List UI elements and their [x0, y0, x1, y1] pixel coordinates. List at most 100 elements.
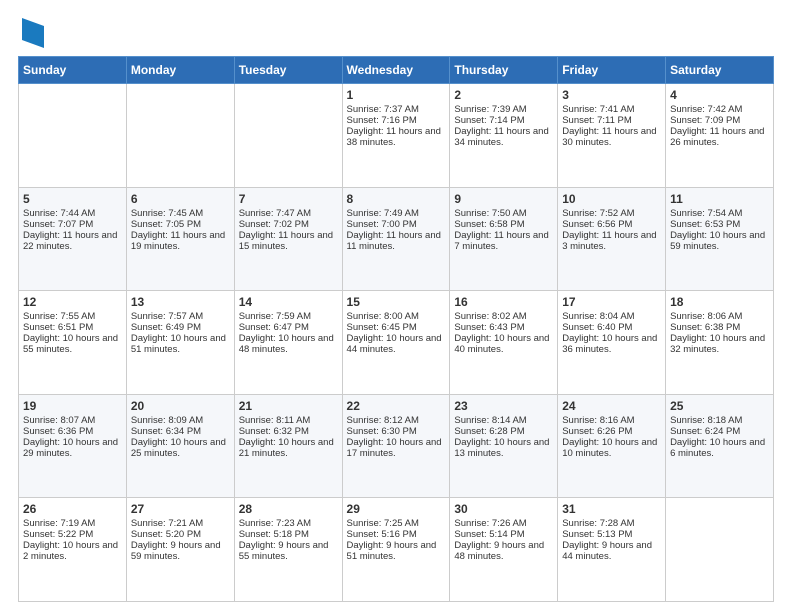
sunset-text: Sunset: 5:20 PM: [131, 529, 201, 540]
daylight-text: Daylight: 10 hours and 40 minutes.: [454, 333, 549, 355]
sunrise-text: Sunrise: 8:06 AM: [670, 311, 742, 322]
sunrise-text: Sunrise: 7:54 AM: [670, 208, 742, 219]
day-number: 29: [347, 502, 446, 516]
day-number: 19: [23, 399, 122, 413]
daylight-text: Daylight: 11 hours and 11 minutes.: [347, 230, 441, 252]
calendar-header-row: SundayMondayTuesdayWednesdayThursdayFrid…: [19, 57, 774, 84]
day-number: 31: [562, 502, 661, 516]
calendar-cell: [126, 84, 234, 188]
sunset-text: Sunset: 6:56 PM: [562, 219, 632, 230]
calendar-cell: 24Sunrise: 8:16 AMSunset: 6:26 PMDayligh…: [558, 394, 666, 498]
sunset-text: Sunset: 7:16 PM: [347, 115, 417, 126]
sunrise-text: Sunrise: 7:57 AM: [131, 311, 203, 322]
sunset-text: Sunset: 6:32 PM: [239, 426, 309, 437]
calendar-cell: 1Sunrise: 7:37 AMSunset: 7:16 PMDaylight…: [342, 84, 450, 188]
sunset-text: Sunset: 7:14 PM: [454, 115, 524, 126]
day-of-week-header: Saturday: [666, 57, 774, 84]
day-number: 24: [562, 399, 661, 413]
daylight-text: Daylight: 9 hours and 51 minutes.: [347, 540, 437, 562]
calendar-cell: 11Sunrise: 7:54 AMSunset: 6:53 PMDayligh…: [666, 187, 774, 291]
daylight-text: Daylight: 9 hours and 55 minutes.: [239, 540, 329, 562]
calendar-cell: 22Sunrise: 8:12 AMSunset: 6:30 PMDayligh…: [342, 394, 450, 498]
page: SundayMondayTuesdayWednesdayThursdayFrid…: [0, 0, 792, 612]
sunset-text: Sunset: 6:58 PM: [454, 219, 524, 230]
day-number: 28: [239, 502, 338, 516]
day-number: 26: [23, 502, 122, 516]
day-of-week-header: Monday: [126, 57, 234, 84]
calendar-cell: 4Sunrise: 7:42 AMSunset: 7:09 PMDaylight…: [666, 84, 774, 188]
day-number: 4: [670, 88, 769, 102]
daylight-text: Daylight: 10 hours and 10 minutes.: [562, 437, 657, 459]
daylight-text: Daylight: 11 hours and 22 minutes.: [23, 230, 117, 252]
day-number: 10: [562, 192, 661, 206]
calendar-cell: 14Sunrise: 7:59 AMSunset: 6:47 PMDayligh…: [234, 291, 342, 395]
sunset-text: Sunset: 7:11 PM: [562, 115, 632, 126]
sunset-text: Sunset: 6:45 PM: [347, 322, 417, 333]
sunrise-text: Sunrise: 7:21 AM: [131, 518, 203, 529]
daylight-text: Daylight: 10 hours and 48 minutes.: [239, 333, 334, 355]
day-number: 2: [454, 88, 553, 102]
daylight-text: Daylight: 11 hours and 34 minutes.: [454, 126, 548, 148]
day-number: 5: [23, 192, 122, 206]
day-number: 8: [347, 192, 446, 206]
calendar-cell: 26Sunrise: 7:19 AMSunset: 5:22 PMDayligh…: [19, 498, 127, 602]
sunrise-text: Sunrise: 7:44 AM: [23, 208, 95, 219]
calendar-cell: 6Sunrise: 7:45 AMSunset: 7:05 PMDaylight…: [126, 187, 234, 291]
daylight-text: Daylight: 11 hours and 7 minutes.: [454, 230, 548, 252]
sunrise-text: Sunrise: 7:59 AM: [239, 311, 311, 322]
calendar-cell: 31Sunrise: 7:28 AMSunset: 5:13 PMDayligh…: [558, 498, 666, 602]
calendar-week-row: 19Sunrise: 8:07 AMSunset: 6:36 PMDayligh…: [19, 394, 774, 498]
daylight-text: Daylight: 11 hours and 26 minutes.: [670, 126, 764, 148]
day-number: 9: [454, 192, 553, 206]
sunset-text: Sunset: 7:05 PM: [131, 219, 201, 230]
daylight-text: Daylight: 10 hours and 21 minutes.: [239, 437, 334, 459]
sunset-text: Sunset: 6:26 PM: [562, 426, 632, 437]
day-of-week-header: Friday: [558, 57, 666, 84]
day-number: 20: [131, 399, 230, 413]
daylight-text: Daylight: 10 hours and 44 minutes.: [347, 333, 442, 355]
sunset-text: Sunset: 5:14 PM: [454, 529, 524, 540]
sunrise-text: Sunrise: 7:42 AM: [670, 104, 742, 115]
sunset-text: Sunset: 6:30 PM: [347, 426, 417, 437]
sunrise-text: Sunrise: 8:04 AM: [562, 311, 634, 322]
daylight-text: Daylight: 10 hours and 13 minutes.: [454, 437, 549, 459]
day-number: 27: [131, 502, 230, 516]
sunrise-text: Sunrise: 8:12 AM: [347, 415, 419, 426]
daylight-text: Daylight: 10 hours and 51 minutes.: [131, 333, 226, 355]
logo: [18, 18, 44, 48]
calendar-cell: 19Sunrise: 8:07 AMSunset: 6:36 PMDayligh…: [19, 394, 127, 498]
sunrise-text: Sunrise: 8:14 AM: [454, 415, 526, 426]
sunrise-text: Sunrise: 7:52 AM: [562, 208, 634, 219]
daylight-text: Daylight: 11 hours and 30 minutes.: [562, 126, 656, 148]
day-number: 21: [239, 399, 338, 413]
calendar-cell: 3Sunrise: 7:41 AMSunset: 7:11 PMDaylight…: [558, 84, 666, 188]
sunrise-text: Sunrise: 7:23 AM: [239, 518, 311, 529]
sunset-text: Sunset: 6:24 PM: [670, 426, 740, 437]
daylight-text: Daylight: 11 hours and 3 minutes.: [562, 230, 656, 252]
calendar-table: SundayMondayTuesdayWednesdayThursdayFrid…: [18, 56, 774, 602]
day-number: 18: [670, 295, 769, 309]
calendar-cell: 28Sunrise: 7:23 AMSunset: 5:18 PMDayligh…: [234, 498, 342, 602]
sunrise-text: Sunrise: 8:18 AM: [670, 415, 742, 426]
daylight-text: Daylight: 10 hours and 29 minutes.: [23, 437, 118, 459]
calendar-cell: 15Sunrise: 8:00 AMSunset: 6:45 PMDayligh…: [342, 291, 450, 395]
sunset-text: Sunset: 6:51 PM: [23, 322, 93, 333]
calendar-cell: [234, 84, 342, 188]
day-number: 7: [239, 192, 338, 206]
daylight-text: Daylight: 9 hours and 48 minutes.: [454, 540, 544, 562]
calendar-cell: [19, 84, 127, 188]
calendar-cell: 27Sunrise: 7:21 AMSunset: 5:20 PMDayligh…: [126, 498, 234, 602]
sunrise-text: Sunrise: 7:55 AM: [23, 311, 95, 322]
calendar-cell: 7Sunrise: 7:47 AMSunset: 7:02 PMDaylight…: [234, 187, 342, 291]
daylight-text: Daylight: 10 hours and 2 minutes.: [23, 540, 118, 562]
daylight-text: Daylight: 10 hours and 17 minutes.: [347, 437, 442, 459]
sunset-text: Sunset: 7:07 PM: [23, 219, 93, 230]
sunrise-text: Sunrise: 7:26 AM: [454, 518, 526, 529]
day-number: 30: [454, 502, 553, 516]
day-number: 14: [239, 295, 338, 309]
sunrise-text: Sunrise: 8:09 AM: [131, 415, 203, 426]
day-number: 16: [454, 295, 553, 309]
sunrise-text: Sunrise: 8:11 AM: [239, 415, 311, 426]
sunset-text: Sunset: 6:43 PM: [454, 322, 524, 333]
sunset-text: Sunset: 6:53 PM: [670, 219, 740, 230]
